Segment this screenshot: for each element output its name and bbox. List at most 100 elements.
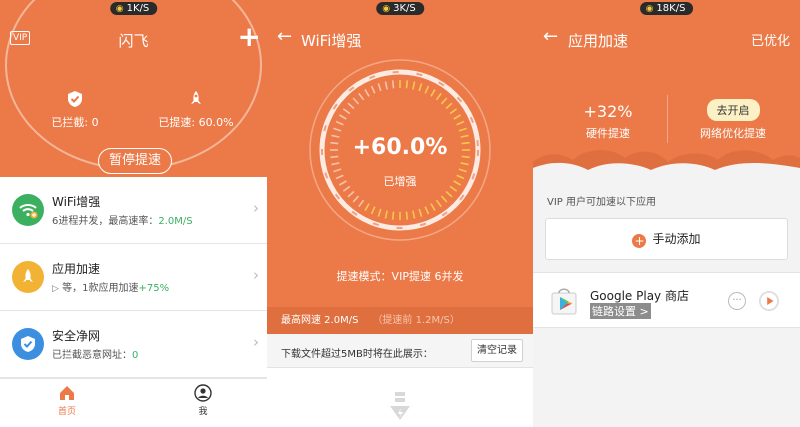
add-icon[interactable]: + bbox=[238, 20, 261, 53]
gauge-tick bbox=[391, 211, 395, 220]
gauge-tick bbox=[440, 195, 448, 203]
more-options-icon[interactable]: ··· bbox=[728, 292, 746, 310]
play-store-mini-icon: ▷ bbox=[52, 284, 59, 294]
optimized-status: 已优化 bbox=[750, 34, 790, 49]
bottom-tab-bar: 首页 我 bbox=[0, 378, 267, 427]
gauge-tick bbox=[430, 203, 436, 212]
gauge-tick bbox=[445, 190, 453, 198]
gauge-tick bbox=[364, 88, 370, 97]
gauge-tick bbox=[370, 85, 376, 94]
tab-me[interactable]: 我 bbox=[173, 384, 233, 417]
gauge-tick bbox=[405, 211, 409, 220]
home-icon bbox=[60, 386, 74, 400]
app-list-item[interactable]: Google Play 商店 链路设置 > ··· bbox=[533, 272, 800, 328]
shield-check-icon bbox=[12, 328, 44, 360]
home-screen: ◉ 1K/S VIP 闪飞 + 已拦截: 0 已提速: 60.0% 暂停提速 W… bbox=[0, 0, 267, 427]
gauge-tick bbox=[430, 88, 436, 97]
gauge-tick bbox=[338, 114, 347, 120]
gauge-tick bbox=[377, 83, 382, 92]
gauge-tick bbox=[358, 199, 365, 208]
plus-icon: + bbox=[632, 234, 647, 248]
download-note: 下载文件超过5MB时将在此展示： bbox=[281, 349, 433, 360]
gauge-tick bbox=[435, 92, 442, 101]
gauge-tick bbox=[335, 120, 344, 126]
gauge-tick bbox=[331, 162, 340, 166]
app-boost-header: ◉ 18K/S ← 应用加速 已优化 +32% 硬件提速 去开启 网络优化提速 bbox=[533, 0, 800, 178]
gauge-tick bbox=[405, 80, 409, 89]
item-desc: 6进程并发，最高速率：2.0M/S bbox=[52, 216, 193, 227]
link-settings[interactable]: 链路设置 > bbox=[590, 303, 651, 319]
list-item-app-boost[interactable]: 应用加速 ▷ 等，1款应用加速+75% › bbox=[0, 244, 267, 311]
play-icon[interactable] bbox=[759, 291, 779, 311]
user-icon bbox=[194, 384, 212, 402]
header-arc-decoration bbox=[5, 0, 262, 170]
list-item-wifi-boost[interactable]: WiFi增强 6进程并发，最高速率：2.0M/S › bbox=[0, 177, 267, 244]
page-title: WiFi增强 bbox=[301, 32, 362, 50]
pause-boost-button[interactable]: 暂停提速 bbox=[98, 148, 172, 174]
gauge-tick bbox=[333, 168, 342, 173]
shield-check-icon bbox=[68, 91, 82, 107]
cloud-decoration bbox=[533, 150, 800, 178]
speed-summary-bar: 最高网速 2.0M/S （提速前 1.2M/S） bbox=[267, 307, 533, 334]
app-name: Google Play 商店 bbox=[590, 289, 689, 303]
wifi-boost-screen: ◉ 3K/S ← WiFi增强 +60.0% 已增强 提速模式：VIP提速 6并… bbox=[267, 0, 533, 427]
gauge-tick bbox=[418, 208, 423, 217]
clear-records-button[interactable]: 清空记录 bbox=[471, 339, 523, 362]
item-title: WiFi增强 bbox=[52, 195, 101, 209]
rocket-icon bbox=[12, 261, 44, 293]
back-arrow-icon[interactable]: ← bbox=[277, 26, 292, 47]
gauge-tick bbox=[384, 210, 388, 219]
gauge-tick bbox=[435, 199, 442, 208]
gauge-tick bbox=[370, 206, 376, 215]
gauge-tick bbox=[364, 203, 370, 212]
vip-note: VIP 用户可加速以下应用 bbox=[547, 197, 656, 208]
gauge-tick bbox=[424, 85, 430, 94]
item-title: 安全净网 bbox=[52, 329, 101, 343]
chevron-right-icon: › bbox=[253, 266, 259, 284]
gauge-tick bbox=[412, 210, 416, 219]
download-record-row: 下载文件超过5MB时将在此展示： 清空记录 bbox=[267, 334, 533, 368]
gauge-tick bbox=[418, 83, 423, 92]
home-header: ◉ 1K/S VIP 闪飞 + 已拦截: 0 已提速: 60.0% 暂停提速 bbox=[0, 0, 267, 177]
app-boost-screen: ◉ 18K/S ← 应用加速 已优化 +32% 硬件提速 去开启 网络优化提速 … bbox=[533, 0, 800, 427]
gauge-tick bbox=[456, 120, 465, 126]
back-arrow-icon[interactable]: ← bbox=[543, 26, 558, 47]
gauge-tick bbox=[352, 97, 360, 105]
feature-list: WiFi增强 6进程并发，最高速率：2.0M/S › 应用加速 ▷ 等，1款应用… bbox=[0, 177, 267, 378]
tab-home[interactable]: 首页 bbox=[37, 384, 97, 417]
wifi-plus-icon bbox=[12, 194, 44, 226]
gauge-tick bbox=[453, 114, 462, 120]
gauge-tick bbox=[377, 208, 382, 217]
page-title: 应用加速 bbox=[568, 32, 629, 50]
gauge-tick bbox=[342, 108, 351, 115]
boost-mode-text: 提速模式：VIP提速 6并发 bbox=[336, 270, 464, 283]
wifi-icon: ◉ bbox=[645, 3, 654, 14]
item-desc: 已拦截恶意网址：0 bbox=[52, 350, 139, 361]
net-speed-indicator: ◉ 18K/S bbox=[639, 2, 694, 15]
item-title: 应用加速 bbox=[52, 262, 101, 276]
gauge-label: 已增强 bbox=[383, 175, 417, 188]
net-speed-indicator: ◉ 3K/S bbox=[376, 2, 424, 15]
manual-add-button[interactable]: + 手动添加 bbox=[545, 218, 788, 260]
list-item-safe-net[interactable]: 安全净网 已拦截恶意网址：0 › bbox=[0, 311, 267, 378]
gauge-tick bbox=[449, 108, 458, 115]
gauge-tick bbox=[412, 81, 416, 90]
hardware-boost-stat: +32% 硬件提速 bbox=[583, 102, 633, 140]
gauge-tick bbox=[384, 81, 388, 90]
gauge-tick bbox=[460, 162, 469, 166]
gauge-tick bbox=[352, 195, 360, 203]
enable-network-boost-button[interactable]: 去开启 bbox=[706, 99, 760, 121]
gauge-tick bbox=[445, 102, 453, 110]
gauge-tick bbox=[458, 168, 467, 173]
chevron-right-icon: › bbox=[253, 333, 259, 351]
net-speed-indicator: ◉ 1K/S bbox=[109, 2, 158, 15]
gauge-tick bbox=[424, 206, 430, 215]
wifi-boost-header: ◉ 3K/S ← WiFi增强 +60.0% 已增强 提速模式：VIP提速 6并… bbox=[267, 0, 533, 307]
chevron-right-icon: › bbox=[253, 199, 259, 217]
divider bbox=[667, 95, 668, 143]
gauge-tick bbox=[333, 127, 342, 132]
wifi-icon: ◉ bbox=[115, 3, 124, 14]
gauge-tick bbox=[358, 92, 365, 101]
blocked-stat: 已拦截: 0 bbox=[40, 90, 110, 130]
gauge-tick bbox=[347, 102, 355, 110]
